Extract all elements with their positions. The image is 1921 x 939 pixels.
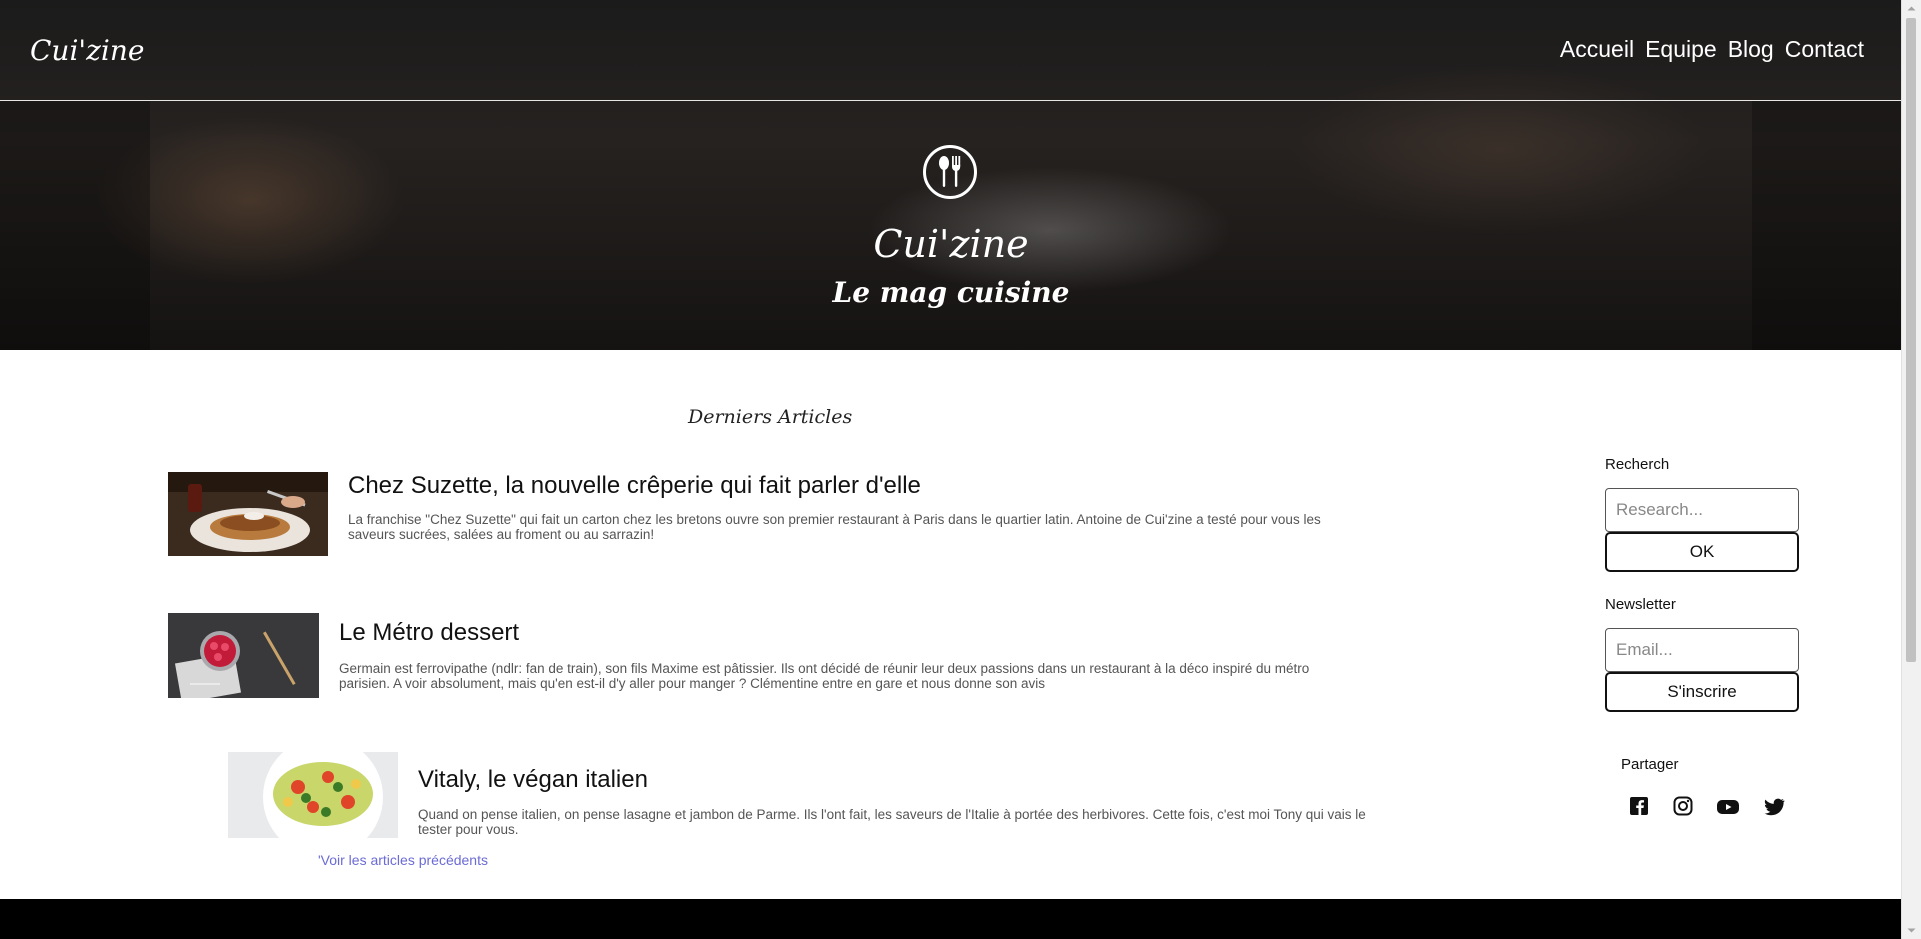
nav-link-accueil[interactable]: Accueil (1560, 36, 1634, 63)
section-title: Derniers Articles (688, 406, 853, 428)
nav-link-equipe[interactable]: Equipe (1645, 36, 1717, 63)
instagram-icon[interactable] (1672, 795, 1696, 819)
article-card[interactable]: Chez Suzette, la nouvelle crêperie qui f… (168, 472, 1368, 562)
email-field[interactable] (1605, 628, 1799, 672)
youtube-icon[interactable] (1716, 795, 1740, 819)
footer (0, 899, 1902, 939)
scroll-down-arrow-icon[interactable] (1902, 922, 1921, 939)
twitter-icon[interactable] (1762, 795, 1786, 819)
article-title[interactable]: Le Métro dessert (339, 619, 519, 647)
share-label: Partager (1621, 756, 1679, 773)
article-card[interactable]: Vitaly, le végan italien Quand on pense … (228, 752, 1368, 842)
hero-title: Cui'zine (873, 222, 1029, 266)
subscribe-button[interactable]: S'inscrire (1605, 672, 1799, 712)
hero-subtitle: Le mag cuisine (832, 276, 1070, 309)
hero-banner: Cui'zine Accueil Equipe Blog Contact Cui… (0, 0, 1902, 350)
top-navbar: Cui'zine Accueil Equipe Blog Contact (0, 0, 1902, 101)
main-nav: Accueil Equipe Blog Contact (1560, 36, 1864, 63)
article-title[interactable]: Vitaly, le végan italien (418, 766, 648, 794)
search-ok-button[interactable]: OK (1605, 532, 1799, 572)
search-label: Recherch (1605, 456, 1670, 473)
brand-logo-text[interactable]: Cui'zine (30, 34, 144, 67)
nav-link-contact[interactable]: Contact (1785, 36, 1864, 63)
article-excerpt: Germain est ferrovipathe (ndlr: fan de t… (339, 661, 1310, 691)
scrollbar-thumb[interactable] (1906, 18, 1916, 662)
facebook-icon[interactable] (1628, 795, 1652, 819)
search-input[interactable] (1605, 488, 1799, 532)
article-excerpt: Quand on pense italien, on pense lasagne… (418, 807, 1366, 837)
article-excerpt: La franchise "Chez Suzette" qui fait un … (348, 512, 1321, 542)
nav-link-blog[interactable]: Blog (1728, 36, 1774, 63)
article-thumbnail[interactable] (168, 472, 328, 556)
article-card[interactable]: Le Métro dessert Germain est ferrovipath… (168, 613, 1368, 703)
vertical-scrollbar[interactable] (1901, 0, 1921, 939)
article-thumbnail[interactable] (228, 752, 398, 838)
article-thumbnail[interactable] (168, 613, 319, 698)
scroll-up-arrow-icon[interactable] (1902, 0, 1921, 17)
article-title[interactable]: Chez Suzette, la nouvelle crêperie qui f… (348, 472, 921, 500)
newsletter-label: Newsletter (1605, 596, 1676, 613)
page: Cui'zine Accueil Equipe Blog Contact Cui… (0, 0, 1902, 939)
utensils-icon (923, 145, 977, 199)
previous-articles-link[interactable]: 'Voir les articles précédents (318, 852, 488, 868)
